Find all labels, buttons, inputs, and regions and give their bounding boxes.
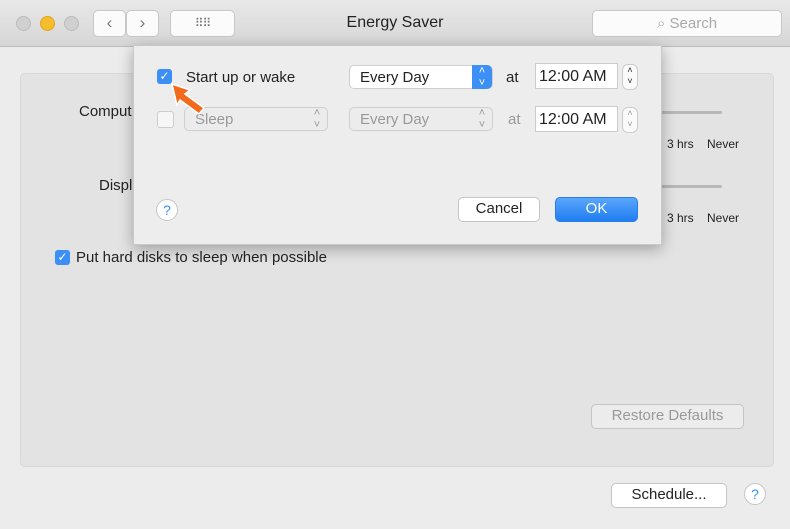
sleep-time-stepper[interactable]: ˄ ˅ [622, 107, 638, 133]
tick-3hrs: 3 hrs [667, 137, 694, 151]
startup-frequency-select[interactable]: Every Day ˄ ˅ [349, 65, 493, 89]
cancel-button[interactable]: Cancel [458, 197, 540, 222]
startup-time-field[interactable]: 12:00 AM [535, 63, 618, 89]
computer-sleep-label: Comput [79, 103, 132, 120]
show-all-button[interactable]: ⠿⠿ [170, 10, 235, 37]
tick-never: Never [707, 211, 740, 225]
at-label: at [506, 69, 519, 86]
search-icon: ⌕ [656, 15, 670, 32]
startup-frequency-value: Every Day [360, 69, 430, 86]
startup-time-stepper[interactable]: ˄ ˅ [622, 64, 638, 90]
sheet-help-button[interactable]: ? [156, 199, 178, 221]
computer-sleep-slider[interactable] [660, 111, 722, 114]
search-placeholder: Search [669, 15, 718, 32]
restore-defaults-button[interactable]: Restore Defaults [591, 404, 744, 429]
grid-icon: ⠿⠿ [194, 16, 212, 30]
updown-chevron-icon: ˄ ˅ [313, 107, 321, 131]
forward-button[interactable]: › [126, 10, 159, 37]
help-button[interactable]: ? [744, 483, 766, 505]
updown-chevron-icon: ˄ ˅ [478, 107, 486, 131]
display-sleep-label: Displ [99, 177, 133, 194]
schedule-button[interactable]: Schedule... [611, 483, 727, 508]
sleep-frequency-value: Every Day [360, 111, 430, 128]
tick-3hrs: 3 hrs [667, 211, 694, 225]
chevron-right-icon: › [139, 13, 146, 32]
zoom-button[interactable] [64, 16, 79, 31]
sleep-time-field[interactable]: 12:00 AM [535, 106, 618, 132]
display-sleep-slider[interactable] [660, 185, 722, 188]
sleep-frequency-select[interactable]: Every Day ˄ ˅ [349, 107, 493, 131]
back-button[interactable]: ‹ [93, 10, 126, 37]
pointer-arrow-icon [170, 82, 206, 116]
minimize-button[interactable] [40, 16, 55, 31]
search-input[interactable]: ⌕ Search [592, 10, 782, 37]
close-button[interactable] [16, 16, 31, 31]
at-label: at [508, 111, 521, 128]
window-title: Energy Saver [346, 14, 444, 31]
hard-disks-label: Put hard disks to sleep when possible [76, 249, 327, 266]
updown-chevron-icon: ˄ ˅ [472, 65, 492, 89]
tick-never: Never [707, 137, 740, 151]
chevron-left-icon: ‹ [106, 13, 113, 32]
ok-button[interactable]: OK [555, 197, 638, 222]
hard-disks-checkbox[interactable]: ✓ [55, 250, 70, 265]
